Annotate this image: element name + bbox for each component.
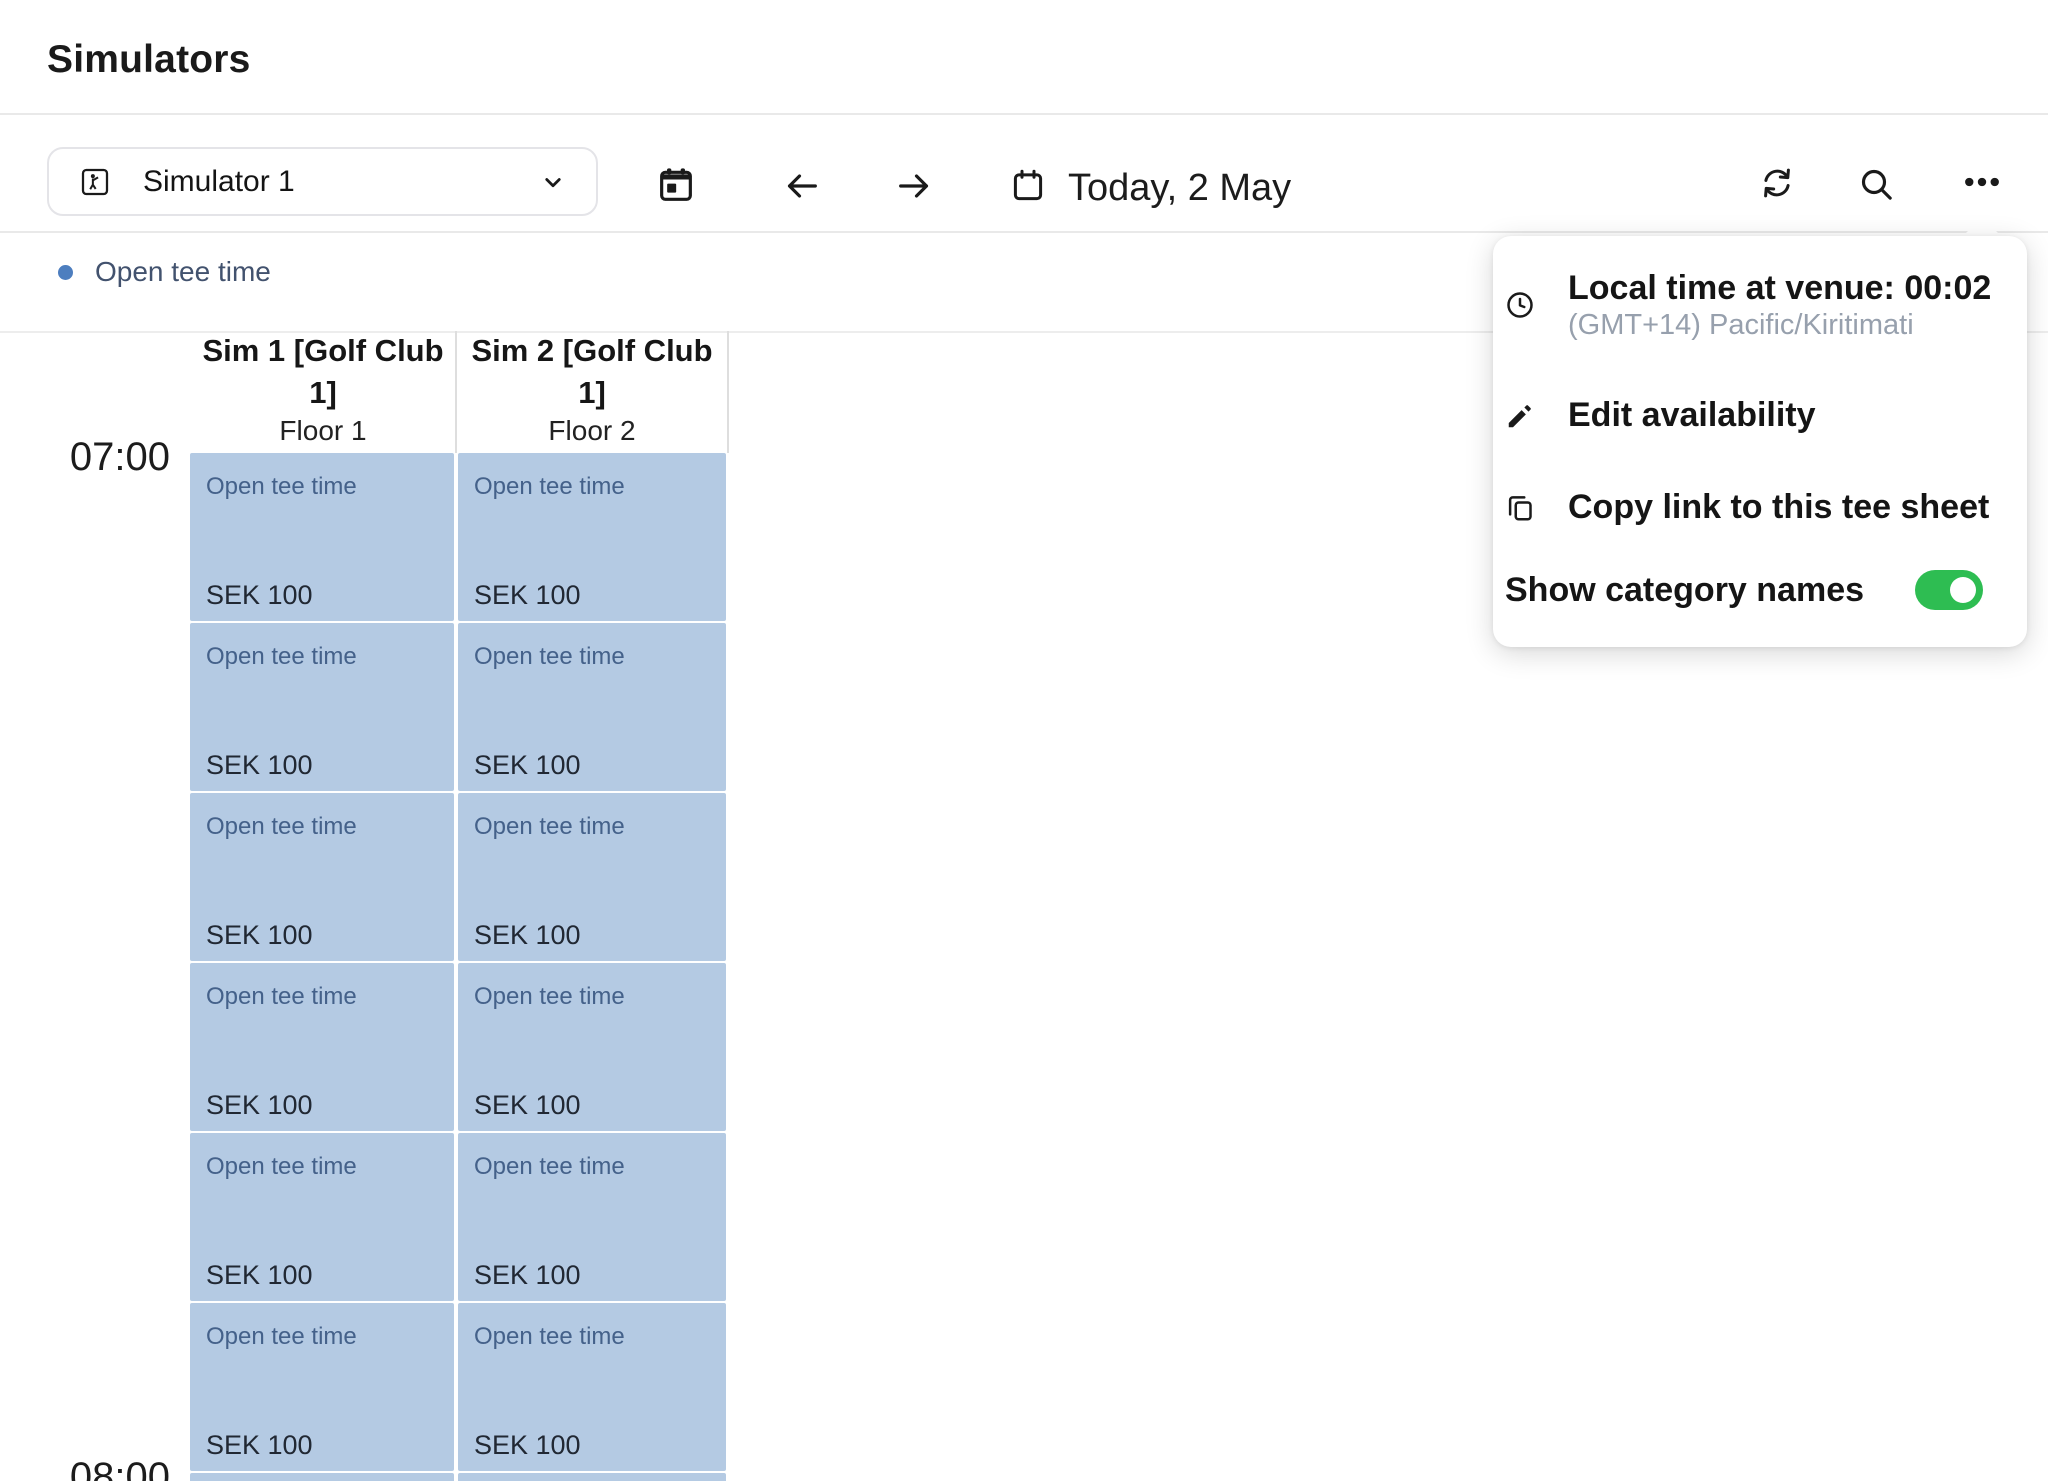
copy-icon bbox=[1505, 493, 1535, 523]
tee-time-slot-price: SEK 100 bbox=[206, 1260, 438, 1291]
tee-time-slot-label: Open tee time bbox=[474, 983, 710, 1011]
column-divider bbox=[455, 331, 457, 453]
time-label-0800: 08:00 bbox=[10, 1458, 170, 1481]
toggle-knob bbox=[1950, 577, 1976, 603]
tee-time-slot-label: Open tee time bbox=[206, 983, 438, 1011]
tee-time-slot-label: Open tee time bbox=[474, 1153, 710, 1181]
current-date-label[interactable]: Today, 2 May bbox=[1068, 167, 1291, 210]
arrow-left-icon bbox=[782, 166, 822, 206]
calendar-select-icon bbox=[656, 165, 696, 205]
column-subtitle: Floor 1 bbox=[279, 415, 366, 447]
tee-time-slot[interactable]: Open tee time SEK 100 bbox=[458, 453, 726, 621]
tee-time-slot[interactable]: Open tee time SEK 100 bbox=[190, 623, 454, 791]
tee-time-slot[interactable]: Open tee time SEK 100 bbox=[190, 793, 454, 961]
tee-time-slot[interactable]: Open tee time SEK 100 bbox=[190, 1303, 454, 1471]
toolbar-divider bbox=[0, 231, 2048, 233]
time-label-0700: 07:00 bbox=[10, 438, 170, 476]
calendar-icon bbox=[1010, 168, 1046, 204]
column-header-sim1: Sim 1 [Golf Club 1] Floor 1 bbox=[190, 331, 456, 453]
tee-sheet-app: Simulators Simulator 1 bbox=[0, 0, 2048, 1481]
column-header-sim2: Sim 2 [Golf Club 1] Floor 2 bbox=[458, 331, 726, 453]
options-menu: Local time at venue: 00:02 (GMT+14) Paci… bbox=[1493, 236, 2027, 647]
tee-time-slot-label: Open tee time bbox=[206, 1323, 438, 1351]
menu-item-copy-link[interactable]: Copy link to this tee sheet bbox=[1505, 488, 1989, 527]
refresh-button[interactable] bbox=[1758, 164, 1796, 202]
date-picker-button[interactable] bbox=[1010, 168, 1046, 204]
jump-to-date-button[interactable] bbox=[656, 165, 696, 205]
tee-time-slot[interactable]: Open tee time SEK 100 bbox=[458, 623, 726, 791]
tee-time-slot-label: Open tee time bbox=[206, 1153, 438, 1181]
menu-item-label: Copy link to this tee sheet bbox=[1568, 488, 1989, 527]
column-title: Sim 2 [Golf Club 1] bbox=[458, 330, 726, 414]
tee-time-slot-label: Open tee time bbox=[206, 473, 438, 501]
ellipsis-icon bbox=[1960, 162, 2004, 202]
pencil-icon bbox=[1505, 401, 1535, 431]
tee-time-slot[interactable]: Open tee timeSEK 100 bbox=[458, 1473, 726, 1481]
tee-time-slot[interactable]: Open tee timeSEK 100 bbox=[190, 1473, 454, 1481]
local-time-text: Local time at venue: 00:02 (GMT+14) Paci… bbox=[1568, 268, 1991, 343]
header-divider bbox=[0, 113, 2048, 115]
tee-time-slot[interactable]: Open tee time SEK 100 bbox=[458, 1303, 726, 1471]
tee-time-slot-price: SEK 100 bbox=[206, 1430, 438, 1461]
show-category-names-row: Show category names bbox=[1505, 570, 1983, 610]
tee-time-slot[interactable]: Open tee time SEK 100 bbox=[458, 963, 726, 1131]
refresh-icon bbox=[1758, 164, 1796, 202]
search-icon bbox=[1856, 164, 1896, 204]
tee-time-slot-price: SEK 100 bbox=[474, 1090, 710, 1121]
local-time-title: Local time at venue: 00:02 bbox=[1568, 268, 1991, 308]
open-tee-time-dot bbox=[58, 265, 73, 280]
tee-time-slot-label: Open tee time bbox=[474, 643, 710, 671]
tee-time-slot[interactable]: Open tee time SEK 100 bbox=[190, 1133, 454, 1301]
tee-time-slot[interactable]: Open tee time SEK 100 bbox=[190, 963, 454, 1131]
tee-time-slot-label: Open tee time bbox=[474, 1323, 710, 1351]
local-time-row: Local time at venue: 00:02 (GMT+14) Paci… bbox=[1505, 268, 1991, 343]
menu-item-label: Edit availability bbox=[1568, 396, 1816, 435]
tee-time-slot-label: Open tee time bbox=[474, 473, 710, 501]
tee-time-slot-price: SEK 100 bbox=[206, 920, 438, 951]
tee-time-slot-label: Open tee time bbox=[474, 813, 710, 841]
clock-icon bbox=[1505, 290, 1535, 320]
chevron-down-icon bbox=[538, 167, 568, 197]
show-category-names-toggle[interactable] bbox=[1915, 570, 1983, 610]
column-subtitle: Floor 2 bbox=[548, 415, 635, 447]
tee-time-slot-price: SEK 100 bbox=[474, 920, 710, 951]
tee-time-slot[interactable]: Open tee time SEK 100 bbox=[458, 1133, 726, 1301]
resource-selector-dropdown[interactable]: Simulator 1 bbox=[47, 147, 598, 216]
more-options-button[interactable] bbox=[1960, 162, 2004, 202]
tee-time-slot-price: SEK 100 bbox=[474, 1430, 710, 1461]
search-button[interactable] bbox=[1856, 164, 1896, 204]
tee-time-slot-price: SEK 100 bbox=[206, 580, 438, 611]
simulator-icon bbox=[79, 166, 111, 198]
resource-selector-label: Simulator 1 bbox=[143, 165, 538, 199]
next-day-button[interactable] bbox=[894, 166, 934, 206]
toggle-label: Show category names bbox=[1505, 571, 1864, 610]
tee-time-slot-price: SEK 100 bbox=[474, 580, 710, 611]
arrow-right-icon bbox=[894, 166, 934, 206]
tee-time-slot-price: SEK 100 bbox=[474, 750, 710, 781]
tee-time-slot[interactable]: Open tee time SEK 100 bbox=[190, 453, 454, 621]
page-title: Simulators bbox=[47, 38, 251, 82]
tee-time-slot[interactable]: Open tee time SEK 100 bbox=[458, 793, 726, 961]
menu-item-edit-availability[interactable]: Edit availability bbox=[1505, 396, 1816, 435]
column-title: Sim 1 [Golf Club 1] bbox=[190, 330, 456, 414]
tee-time-slot-price: SEK 100 bbox=[474, 1260, 710, 1291]
legend-label: Open tee time bbox=[95, 256, 271, 288]
local-time-timezone: (GMT+14) Pacific/Kiritimati bbox=[1568, 308, 1991, 343]
tee-time-slot-price: SEK 100 bbox=[206, 1090, 438, 1121]
legend: Open tee time bbox=[58, 256, 271, 288]
tee-time-slot-price: SEK 100 bbox=[206, 750, 438, 781]
previous-day-button[interactable] bbox=[782, 166, 822, 206]
tee-time-slot-label: Open tee time bbox=[206, 643, 438, 671]
tee-time-slot-label: Open tee time bbox=[206, 813, 438, 841]
grid-right-border bbox=[727, 331, 729, 453]
